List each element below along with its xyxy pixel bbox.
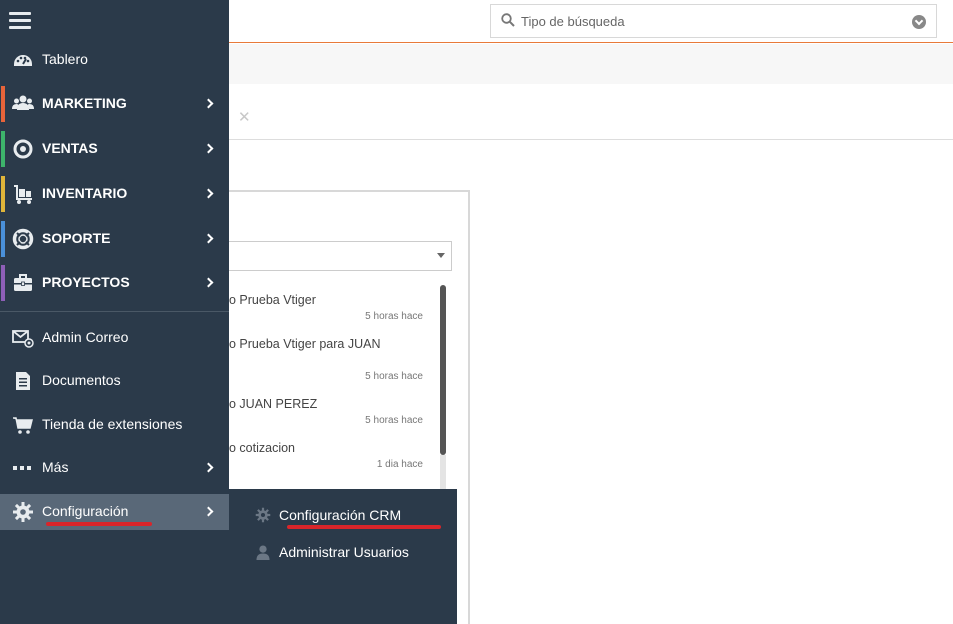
activity-title: o cotizacion <box>229 441 296 455</box>
shopping-cart-icon <box>13 417 33 434</box>
lifebuoy-icon <box>12 228 34 250</box>
briefcase-icon <box>14 274 32 291</box>
sidebar-item-label: PROYECTOS <box>42 274 130 290</box>
sidebar-item-soporte[interactable]: SOPORTE <box>0 219 229 259</box>
dashboard-icon <box>14 55 32 66</box>
submenu-item-label: Administrar Usuarios <box>279 544 409 560</box>
sidebar-item-ventas[interactable]: VENTAS <box>0 129 229 169</box>
chevron-right-icon <box>203 277 214 288</box>
sidebar-item-label: Configuración <box>42 503 129 519</box>
configuracion-submenu: Configuración CRM Administrar Usuarios <box>229 489 457 624</box>
activity-time: 5 horas hace <box>365 371 423 382</box>
activity-item[interactable]: o Prueba Vtiger 5 horas hace <box>229 293 429 333</box>
activity-item[interactable]: o cotizacion 1 dia hace <box>229 441 429 481</box>
chevron-right-icon <box>203 506 214 517</box>
mail-at-icon <box>12 330 34 348</box>
sidebar-item-proyectos[interactable]: PROYECTOS <box>0 263 229 303</box>
sidebar-item-label: Más <box>42 459 69 475</box>
activity-item[interactable]: o JUAN PEREZ 5 horas hace <box>229 397 429 437</box>
sub-header <box>229 44 953 84</box>
submenu-item-administrar-usuarios[interactable]: Administrar Usuarios <box>229 535 457 569</box>
users-icon <box>12 95 34 110</box>
sidebar-item-label: Tienda de extensiones <box>42 416 183 432</box>
sidebar-item-tablero[interactable]: Tablero <box>0 40 229 80</box>
sidebar-item-label: Admin Correo <box>42 329 129 345</box>
sidebar-item-label: VENTAS <box>42 140 98 156</box>
sidebar-menu: Tablero MARKETING VENTAS INVENTARIO SOPO… <box>0 0 229 624</box>
activity-time: 5 horas hace <box>365 311 423 322</box>
chevron-right-icon <box>203 462 214 473</box>
search-input[interactable]: Tipo de búsqueda <box>490 4 937 38</box>
sidebar-item-marketing[interactable]: MARKETING <box>0 84 229 124</box>
sidebar-item-mas[interactable]: Más <box>0 448 229 488</box>
activity-title: o Prueba Vtiger para JUAN <box>229 337 381 351</box>
scrollbar-thumb[interactable] <box>440 285 446 455</box>
close-icon[interactable]: ✕ <box>238 108 251 126</box>
highlight-underline <box>287 525 441 529</box>
highlight-underline <box>46 522 152 526</box>
cart-dolly-icon <box>14 185 32 204</box>
hamburger-menu-icon[interactable] <box>9 12 31 30</box>
activity-time: 5 horas hace <box>365 415 423 426</box>
sidebar-item-label: MARKETING <box>42 95 127 111</box>
tab-divider <box>229 139 953 140</box>
sidebar-item-inventario[interactable]: INVENTARIO <box>0 174 229 214</box>
activity-time: 1 dia hace <box>376 459 423 470</box>
sidebar-item-documentos[interactable]: Documentos <box>0 361 229 401</box>
sidebar-item-admin-correo[interactable]: Admin Correo <box>0 318 229 358</box>
search-icon <box>501 13 515 27</box>
submenu-item-label: Configuración CRM <box>279 507 402 523</box>
chevron-right-icon <box>203 188 214 199</box>
widget-filter-select[interactable] <box>229 241 452 271</box>
sidebar-item-label: Tablero <box>42 51 88 67</box>
activity-item[interactable]: o Prueba Vtiger para JUAN 5 horas hace <box>229 337 429 387</box>
document-icon <box>16 372 30 390</box>
caret-down-icon <box>437 253 445 258</box>
sidebar-item-label: SOPORTE <box>42 230 111 246</box>
chevron-down-icon[interactable] <box>912 15 926 29</box>
user-icon <box>256 545 270 560</box>
sidebar-divider <box>0 311 229 312</box>
search-placeholder: Tipo de búsqueda <box>521 14 625 29</box>
ellipsis-icon <box>13 466 31 470</box>
chevron-right-icon <box>203 98 214 109</box>
gear-icon <box>255 507 271 523</box>
sidebar-item-tienda-extensiones[interactable]: Tienda de extensiones <box>0 405 229 445</box>
activity-title: o Prueba Vtiger <box>229 293 316 307</box>
target-icon <box>13 139 33 159</box>
sidebar-item-label: INVENTARIO <box>42 185 128 201</box>
chevron-right-icon <box>203 233 214 244</box>
chevron-right-icon <box>203 143 214 154</box>
sidebar-item-label: Documentos <box>42 372 121 388</box>
activity-title: o JUAN PEREZ <box>229 397 318 411</box>
gear-icon <box>13 502 33 522</box>
